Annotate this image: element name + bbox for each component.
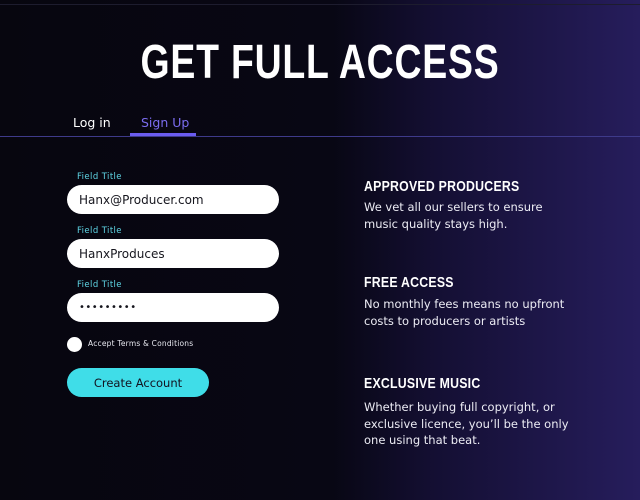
auth-tabs: Log in Sign Up [0, 114, 640, 138]
password-field[interactable]: ••••••••• [67, 293, 279, 322]
feature-heading-free-access: FREE ACCESS [364, 274, 454, 291]
tab-log-in[interactable]: Log in [73, 114, 111, 138]
username-field[interactable]: HanxProduces [67, 239, 279, 268]
page-title: GET FULL ACCESS [140, 36, 500, 89]
terms-checkbox[interactable] [67, 337, 82, 352]
tabs-divider [0, 136, 640, 137]
feature-body-exclusive-music: Whether buying full copyright, or exclus… [364, 400, 569, 447]
feature-heading-exclusive-music: EXCLUSIVE MUSIC [364, 375, 481, 392]
email-field[interactable]: Hanx@Producer.com [67, 185, 279, 214]
top-divider [0, 4, 640, 5]
feature-body-approved-producers: We vet all our sellers to ensure music q… [364, 200, 543, 231]
feature-body-free-access: No monthly fees means no upfront costs t… [364, 297, 565, 328]
feature-heading-approved-producers: APPROVED PRODUCERS [364, 178, 520, 195]
password-field-title: Field Title [77, 280, 122, 290]
username-field-title: Field Title [77, 226, 122, 236]
terms-label: Accept Terms & Conditions [88, 339, 194, 348]
email-field-title: Field Title [77, 172, 122, 182]
create-account-button[interactable]: Create Account [67, 368, 209, 397]
